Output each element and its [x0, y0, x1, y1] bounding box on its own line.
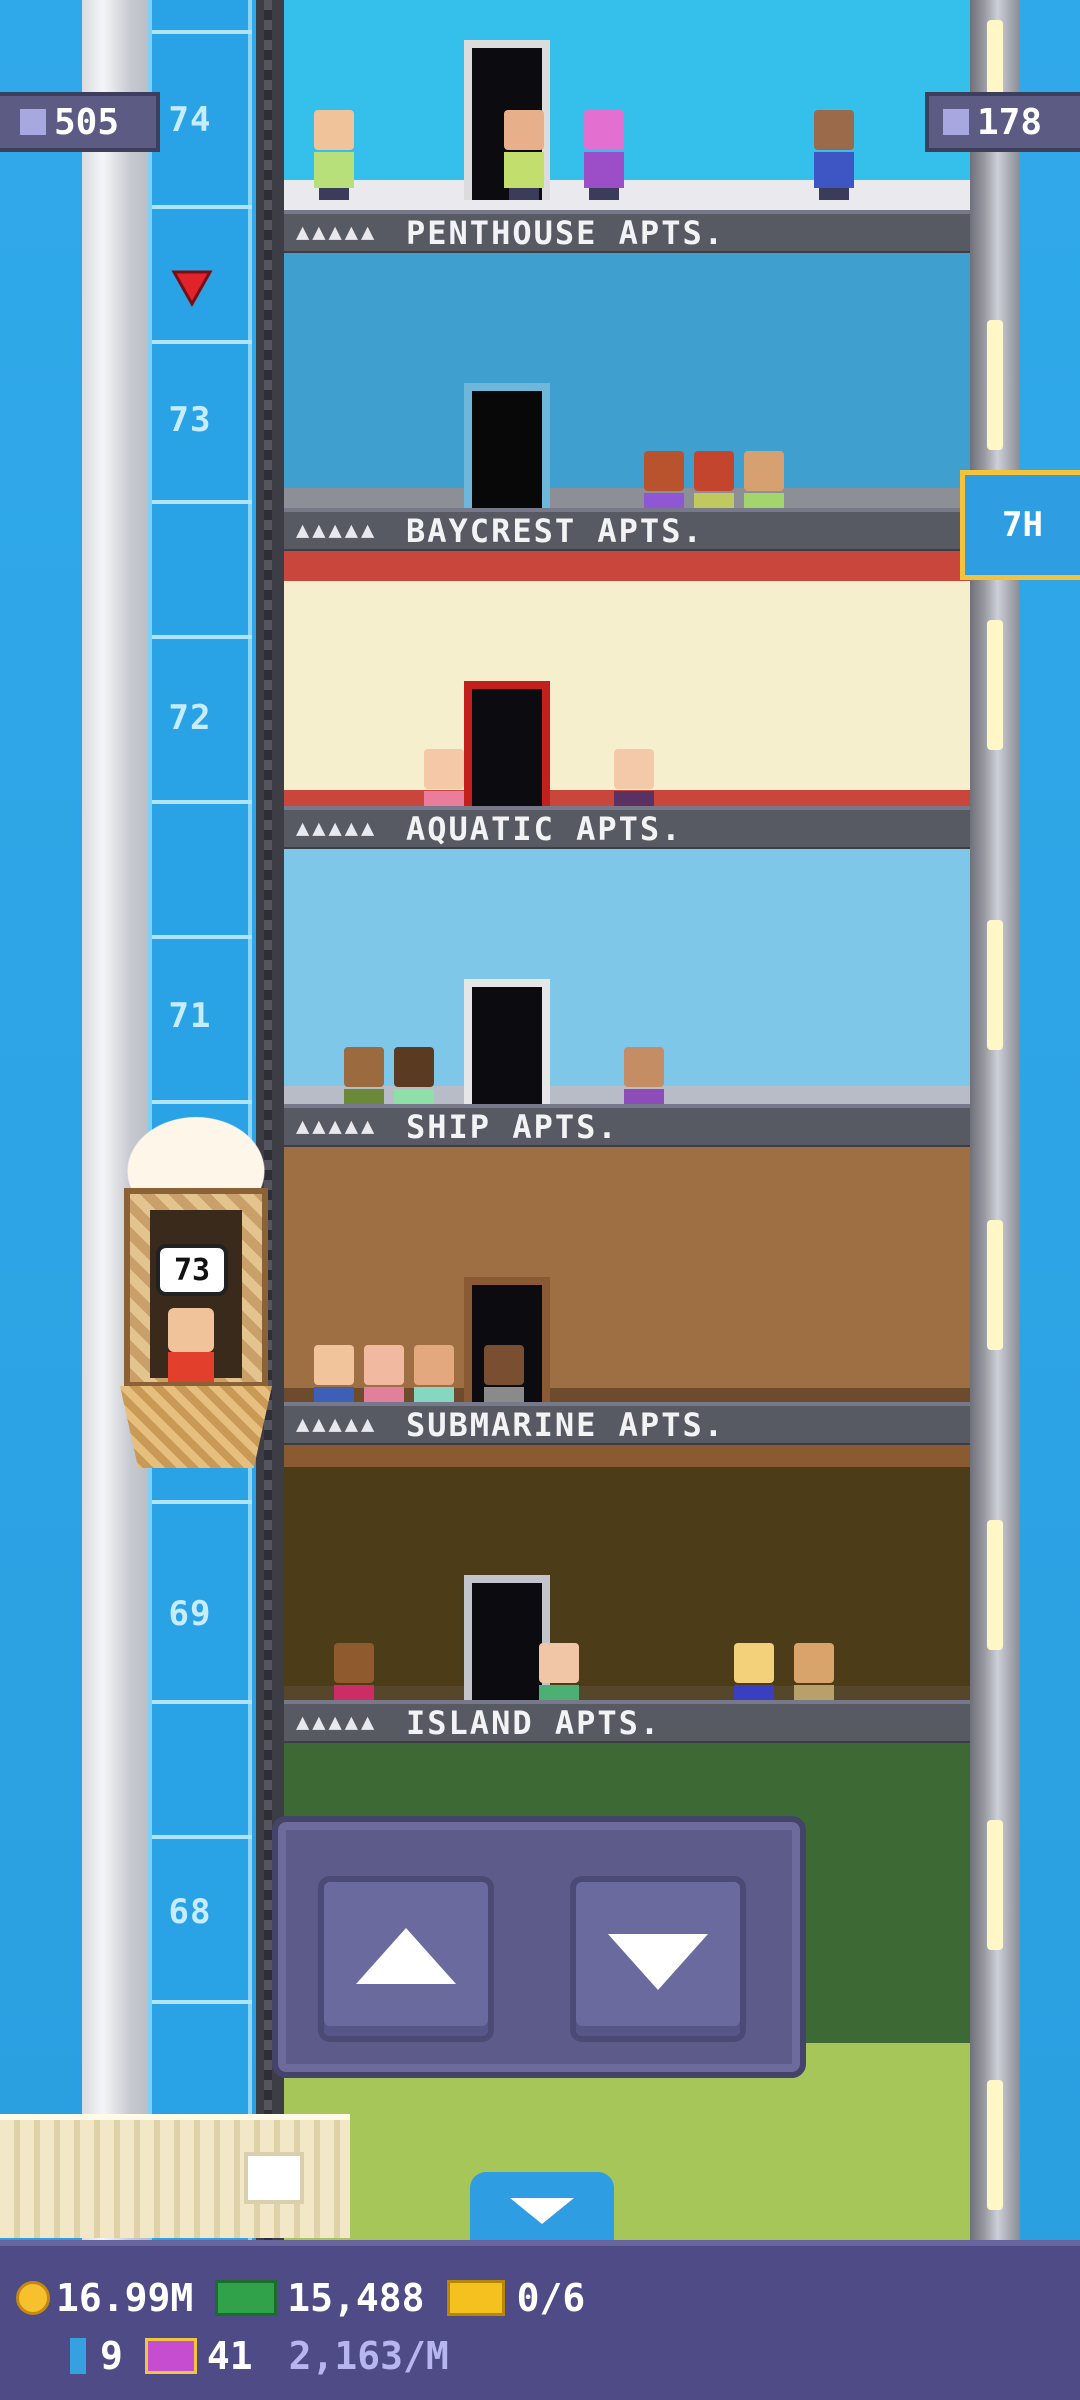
elevator-down-button[interactable]: [570, 1876, 746, 2042]
resident: [314, 110, 354, 200]
star-rating: ▲▲▲▲▲: [296, 1710, 378, 1735]
shaft-floor-line: [152, 2000, 252, 2004]
shaft-floor-line: [152, 1500, 252, 1504]
floor-ship-apts[interactable]: ▲▲▲▲▲ SHIP APTS.: [284, 849, 970, 1149]
floor-submarine-apts[interactable]: ▲▲▲▲▲ SUBMARINE APTS.: [284, 1147, 970, 1447]
floor-aquatic-apts[interactable]: ▲▲▲▲▲ AQUATIC APTS.: [284, 551, 970, 851]
window-light: [987, 1820, 1003, 1950]
stories-value: 178: [977, 101, 1043, 143]
elevator-fuel-icon: [70, 2338, 86, 2374]
resident: [504, 110, 544, 200]
floor-label: ▲▲▲▲▲ AQUATIC APTS.: [284, 806, 970, 851]
tower-bux-icon: [215, 2280, 278, 2316]
vip-timer-label: 7H: [1002, 505, 1043, 545]
resource-row: 9 41 2,163/M: [70, 2334, 449, 2378]
fuel-value[interactable]: 9: [100, 2334, 123, 2378]
room-interior: [284, 0, 970, 210]
population-counter[interactable]: 505: [0, 92, 160, 152]
coin-icon: [16, 2281, 50, 2315]
shaft-floor-line: [152, 1100, 252, 1104]
tickets-value[interactable]: 0/6: [517, 2276, 586, 2320]
scroll-to-lobby-button[interactable]: [470, 2172, 614, 2242]
building-icon: [943, 109, 969, 135]
floor-island-apts[interactable]: ▲▲▲▲▲ ISLAND APTS.: [284, 1445, 970, 1745]
room-interior: [284, 253, 970, 508]
star-rating: ▲▲▲▲▲: [296, 518, 378, 543]
elevator-car[interactable]: 73: [116, 1108, 276, 1470]
window-light: [987, 920, 1003, 1050]
floor-label: ▲▲▲▲▲ SHIP APTS.: [284, 1104, 970, 1149]
shaft-floor-line: [152, 935, 252, 939]
population-value: 505: [54, 101, 120, 143]
shaft-floor-line: [152, 500, 252, 504]
floor-label: ▲▲▲▲▲ BAYCREST APTS.: [284, 508, 970, 553]
shaft-floor-line: [152, 1700, 252, 1704]
floor-label: ▲▲▲▲▲ SUBMARINE APTS.: [284, 1402, 970, 1447]
floor-number: 73: [168, 400, 212, 440]
elevator-rider: [168, 1308, 214, 1382]
star-rating: ▲▲▲▲▲: [296, 1412, 378, 1437]
elevator-floor-indicator: 73: [156, 1244, 228, 1296]
shaft-floor-line: [152, 1835, 252, 1839]
star-rating: ▲▲▲▲▲: [296, 220, 378, 245]
arrow-up-icon: [356, 1928, 456, 1984]
bottom-hud: 16.99M 15,488 0/6 9 41 2,163/M: [0, 2240, 1080, 2400]
shaft-floor-line: [152, 340, 252, 344]
heart-icon: [171, 270, 213, 308]
resident: [584, 110, 624, 200]
floor-penthouse-apts[interactable]: ▲▲▲▲▲ PENTHOUSE APTS.: [284, 0, 970, 255]
floor-label: ▲▲▲▲▲ PENTHOUSE APTS.: [284, 210, 970, 255]
floor-label: ▲▲▲▲▲ ISLAND APTS.: [284, 1700, 970, 1745]
window-light: [987, 320, 1003, 450]
vip-timer-button[interactable]: 7H: [960, 470, 1080, 580]
cone-base: [120, 1386, 272, 1468]
arrow-down-icon: [608, 1934, 708, 1990]
gem-icon: [144, 2338, 197, 2374]
floor-number: 74: [168, 100, 212, 140]
elevator-floor-number: 73: [173, 1252, 211, 1288]
tower-right-rail: [970, 0, 1020, 2240]
person-icon: [20, 109, 46, 135]
chevron-down-icon: [510, 2198, 574, 2224]
floor-name: SHIP APTS.: [406, 1107, 619, 1146]
elevator-controls: [272, 1816, 806, 2078]
floor-name: SUBMARINE APTS.: [406, 1405, 725, 1444]
star-rating: ▲▲▲▲▲: [296, 816, 378, 841]
coin-rate: 2,163/M: [288, 2334, 449, 2378]
coins-value[interactable]: 16.99M: [56, 2276, 193, 2320]
floor-number: 71: [168, 996, 212, 1036]
floor-name: PENTHOUSE APTS.: [406, 213, 725, 252]
box-icon[interactable]: [244, 2152, 304, 2204]
resident: [814, 110, 854, 200]
shaft-floor-line: [152, 635, 252, 639]
floor-number: 72: [168, 698, 212, 738]
gems-value[interactable]: 41: [207, 2334, 253, 2378]
floor-number: 68: [168, 1892, 212, 1932]
stories-counter[interactable]: 178: [925, 92, 1080, 152]
floor-number: 69: [168, 1594, 212, 1634]
window-light: [987, 1520, 1003, 1650]
window-light: [987, 1220, 1003, 1350]
window-light: [987, 2080, 1003, 2210]
currency-row: 16.99M 15,488 0/6: [16, 2276, 585, 2320]
room-interior: [284, 1445, 970, 1700]
floor-name: AQUATIC APTS.: [406, 809, 683, 848]
shaft-floor-line: [152, 30, 252, 34]
floor-baycrest-apts[interactable]: ▲▲▲▲▲ BAYCREST APTS.: [284, 253, 970, 553]
floor-name: ISLAND APTS.: [406, 1703, 662, 1742]
golden-ticket-icon: [446, 2280, 505, 2316]
window-light: [987, 620, 1003, 750]
floor-name: BAYCREST APTS.: [406, 511, 704, 550]
star-rating: ▲▲▲▲▲: [296, 1114, 378, 1139]
shaft-floor-line: [152, 205, 252, 209]
shaft-floor-line: [152, 800, 252, 804]
ice-cream-top: [116, 1108, 276, 1198]
bux-value[interactable]: 15,488: [287, 2276, 424, 2320]
elevator-up-button[interactable]: [318, 1876, 494, 2042]
